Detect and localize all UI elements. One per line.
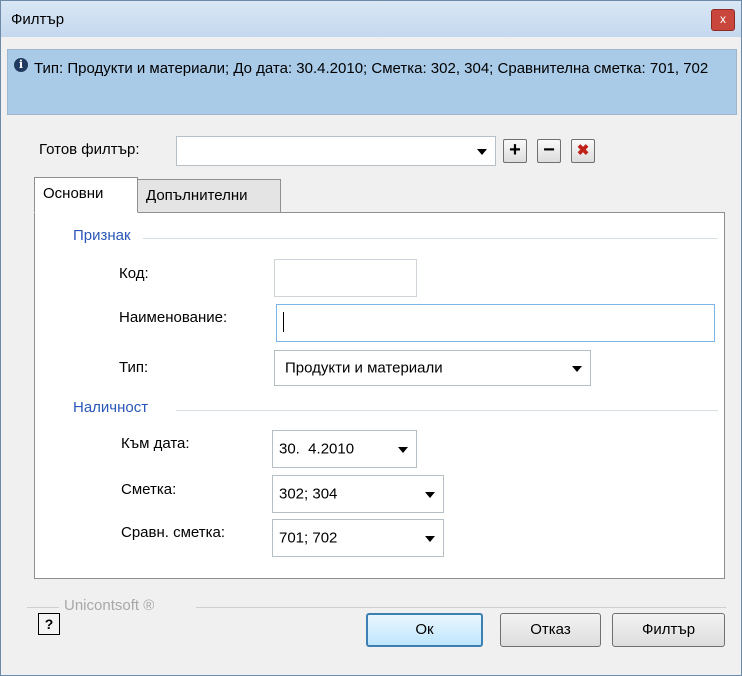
info-icon: i xyxy=(14,58,28,72)
name-label: Наименование: xyxy=(119,309,228,326)
group-divider xyxy=(143,238,718,239)
group-title-attribute: Признак xyxy=(73,227,131,244)
chevron-down-icon[interactable] xyxy=(572,366,582,372)
tab-additional-label: Допълнителни xyxy=(146,187,248,204)
group-title-availability: Наличност xyxy=(73,399,149,416)
clear-filter-icon: ✖ xyxy=(576,142,590,159)
tab-panel-main: Признак Код: Наименование: Тип: Продукти… xyxy=(34,212,725,579)
clear-filter-button[interactable]: ✖ xyxy=(571,139,595,163)
compare-account-label: Сравн. сметка: xyxy=(121,524,226,541)
minus-icon: − xyxy=(543,139,555,161)
remove-preset-button[interactable]: − xyxy=(537,139,561,163)
group-divider xyxy=(176,410,718,411)
filter-dialog: Филтър x i Тип: Продукти и материали; До… xyxy=(0,0,742,676)
chevron-down-icon[interactable] xyxy=(425,536,435,542)
filter-button[interactable]: Филтър xyxy=(612,613,725,647)
tab-additional[interactable]: Допълнителни xyxy=(137,179,281,213)
account-select[interactable]: 302; 304 xyxy=(272,475,444,513)
date-picker[interactable]: 30. 4.2010 xyxy=(272,430,417,468)
account-label: Сметка: xyxy=(121,481,177,498)
compare-account-select[interactable]: 701; 702 xyxy=(272,519,444,557)
compare-account-select-value: 701; 702 xyxy=(279,529,338,547)
tab-main[interactable]: Основни xyxy=(34,177,138,213)
name-input[interactable] xyxy=(276,304,715,342)
title-bar[interactable]: Филтър x xyxy=(1,1,741,37)
footer-divider xyxy=(27,607,59,608)
filter-summary-banner: i Тип: Продукти и материали; До дата: 30… xyxy=(7,49,737,115)
type-label: Тип: xyxy=(119,359,149,376)
ok-button[interactable]: Ок xyxy=(366,613,483,647)
tab-main-label: Основни xyxy=(43,185,104,202)
add-preset-button[interactable]: + xyxy=(503,139,527,163)
text-cursor xyxy=(283,312,284,332)
code-input[interactable] xyxy=(274,259,417,297)
window-title: Филтър xyxy=(11,11,65,28)
date-label: Към дата: xyxy=(121,435,190,452)
date-picker-value: 30. 4.2010 xyxy=(279,440,355,458)
type-select-value: Продукти и материали xyxy=(285,359,443,377)
code-label: Код: xyxy=(119,265,149,282)
account-select-value: 302; 304 xyxy=(279,485,338,503)
help-button[interactable]: ? xyxy=(38,613,60,635)
type-select[interactable]: Продукти и материали xyxy=(274,350,591,386)
close-icon: x xyxy=(720,12,726,26)
chevron-down-icon[interactable] xyxy=(398,447,408,453)
footer-divider xyxy=(196,607,726,608)
preset-filter-label: Готов филтър: xyxy=(39,141,140,158)
filter-summary-text: Тип: Продукти и материали; До дата: 30.4… xyxy=(34,60,709,77)
preset-filter-combo[interactable] xyxy=(176,136,496,166)
chevron-down-icon[interactable] xyxy=(425,492,435,498)
chevron-down-icon[interactable] xyxy=(477,149,487,155)
plus-icon: + xyxy=(509,139,521,161)
close-button[interactable]: x xyxy=(711,9,735,31)
help-icon: ? xyxy=(44,616,54,632)
brand-label: Unicontsoft ® xyxy=(64,597,155,614)
cancel-button[interactable]: Отказ xyxy=(500,613,601,647)
